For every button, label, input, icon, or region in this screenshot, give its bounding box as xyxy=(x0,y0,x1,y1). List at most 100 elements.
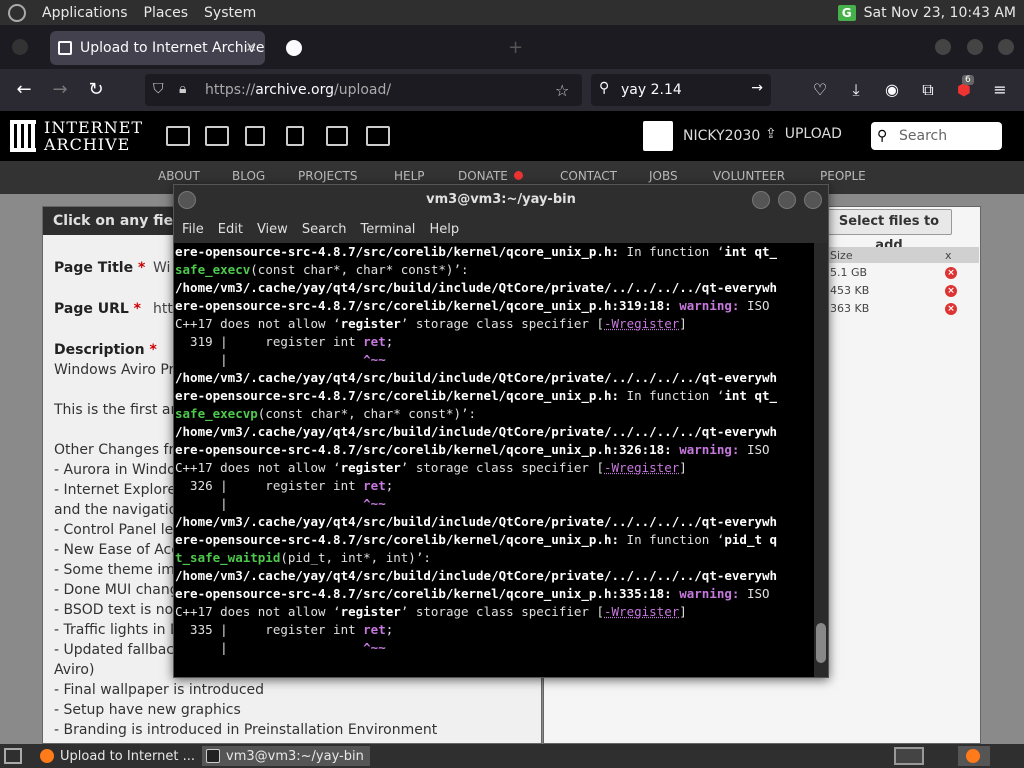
web-icon[interactable] xyxy=(166,126,190,146)
tab-github[interactable] xyxy=(278,31,508,65)
minimize-window-icon[interactable] xyxy=(935,39,951,55)
nav-blog[interactable]: BLOG xyxy=(232,169,265,183)
select-files-button[interactable]: Select files to add xyxy=(826,209,952,253)
ia-user[interactable]: NICKY2030 xyxy=(643,121,760,151)
close-window-icon[interactable] xyxy=(998,39,1014,55)
video-icon[interactable] xyxy=(245,126,265,146)
search-icon: ⚲ xyxy=(877,128,888,144)
minimize-icon[interactable] xyxy=(752,191,770,209)
images-icon[interactable] xyxy=(366,126,390,146)
back-icon[interactable]: ← xyxy=(12,78,36,102)
ia-search-input[interactable]: ⚲ Search xyxy=(871,122,1002,150)
terminal-titlebar[interactable]: vm3@vm3:~/yay-bin xyxy=(174,185,828,215)
pocket-icon[interactable]: ♡ xyxy=(810,80,830,100)
logo-line2: ARCHIVE xyxy=(44,135,131,154)
description-line: Other Changes fro xyxy=(54,442,183,458)
terminal-text: ere-opensource-src-4.8.7/src/corelib/ker… xyxy=(175,244,620,259)
search-bar[interactable]: ⚲ yay 2.14 → xyxy=(591,74,771,106)
maximize-icon[interactable] xyxy=(778,191,796,209)
remove-file-icon[interactable]: × xyxy=(945,303,957,315)
hamburger-menu-icon[interactable]: ≡ xyxy=(990,80,1010,100)
remove-file-icon[interactable]: × xyxy=(945,285,957,297)
new-tab-icon[interactable]: + xyxy=(508,37,523,58)
nav-help[interactable]: HELP xyxy=(394,169,425,183)
nav-volunteer[interactable]: VOLUNTEER xyxy=(713,169,785,183)
go-arrow-icon[interactable]: → xyxy=(751,80,763,96)
terminal-text: ISO xyxy=(739,298,770,313)
menu-file[interactable]: File xyxy=(182,222,204,237)
menu-applications[interactable]: Applications xyxy=(34,5,136,21)
menu-places[interactable]: Places xyxy=(136,5,197,21)
firefox-icon xyxy=(40,749,54,763)
nav-contact[interactable]: CONTACT xyxy=(560,169,617,183)
menu-search[interactable]: Search xyxy=(302,222,347,237)
shield-icon[interactable]: ⛉ xyxy=(153,81,164,97)
nav-donate[interactable]: DONATE xyxy=(458,169,508,183)
terminal-text: ’ storage class specifier [ xyxy=(400,460,604,475)
terminal-output[interactable]: ere-opensource-src-4.8.7/src/corelib/ker… xyxy=(174,243,815,677)
avatar[interactable] xyxy=(643,121,673,151)
terminal-text: -Wregister xyxy=(604,604,680,619)
page-url-value[interactable]: htt xyxy=(153,301,173,317)
tray-firefox[interactable] xyxy=(958,746,990,766)
terminal-text: warning: xyxy=(679,586,740,601)
top-panel: Applications Places System G Sat Nov 23,… xyxy=(0,0,1024,25)
window-menu-icon[interactable] xyxy=(178,191,196,209)
forward-icon[interactable]: → xyxy=(48,78,72,102)
scrollbar-thumb[interactable] xyxy=(816,623,826,663)
maximize-window-icon[interactable] xyxy=(967,39,983,55)
description-line: - Done MUI change xyxy=(54,582,188,598)
tray-g-icon[interactable]: G xyxy=(837,4,856,21)
distro-logo-icon[interactable] xyxy=(8,3,26,22)
task-terminal[interactable]: vm3@vm3:~/yay-bin xyxy=(202,746,370,766)
terminal-window[interactable]: vm3@vm3:~/yay-bin File Edit View Search … xyxy=(173,184,829,678)
bookmark-star-icon[interactable]: ☆ xyxy=(555,81,569,100)
menu-help[interactable]: Help xyxy=(429,222,459,237)
terminal-text: ; xyxy=(385,334,394,349)
texts-icon[interactable] xyxy=(205,126,229,146)
page-title-value[interactable]: Wi xyxy=(153,260,170,276)
nav-jobs[interactable]: JOBS xyxy=(649,169,678,183)
menu-edit[interactable]: Edit xyxy=(218,222,243,237)
close-icon[interactable] xyxy=(804,191,822,209)
terminal-text: ISO xyxy=(739,586,770,601)
nav-about[interactable]: ABOUT xyxy=(158,169,200,183)
remove-file-icon[interactable]: × xyxy=(945,267,957,279)
nav-projects[interactable]: PROJECTS xyxy=(298,169,357,183)
menu-terminal[interactable]: Terminal xyxy=(360,222,415,237)
extensions-icon[interactable]: ⧉ xyxy=(918,80,938,100)
reload-icon[interactable]: ↻ xyxy=(84,78,108,102)
terminal-text: 319 | register int xyxy=(175,334,364,349)
terminal-text: ere-opensource-src-4.8.7/src/corelib/ker… xyxy=(175,442,672,457)
task-firefox[interactable]: Upload to Internet ... xyxy=(36,746,196,766)
terminal-scrollbar[interactable] xyxy=(814,243,828,677)
terminal-line: | ^~~ xyxy=(175,351,815,369)
search-value: yay 2.14 xyxy=(621,82,682,98)
terminal-icon xyxy=(206,749,220,763)
archive-building-icon xyxy=(10,120,36,152)
upload-label: UPLOAD xyxy=(784,126,842,142)
tab-list-icon[interactable] xyxy=(12,39,28,55)
downloads-icon[interactable]: ⤓ xyxy=(846,80,866,100)
menu-view[interactable]: View xyxy=(257,222,288,237)
nav-people[interactable]: PEOPLE xyxy=(820,169,866,183)
menu-system[interactable]: System xyxy=(196,5,264,21)
terminal-line: ere-opensource-src-4.8.7/src/corelib/ker… xyxy=(175,441,815,459)
workspace-switcher[interactable] xyxy=(894,747,924,765)
software-icon[interactable] xyxy=(326,126,348,146)
ia-logo[interactable]: INTERNET ARCHIVE xyxy=(10,119,143,153)
username[interactable]: NICKY2030 xyxy=(683,128,760,144)
close-tab-icon[interactable]: ✕ xyxy=(245,40,257,56)
lock-icon[interactable]: 🔒︎ xyxy=(179,81,186,97)
terminal-line: 326 | register int ret; xyxy=(175,477,815,495)
audio-icon[interactable] xyxy=(286,126,304,146)
file-row: 453 KB × xyxy=(824,281,979,299)
url-bar[interactable]: ⛉ 🔒︎ https://archive.org/upload/ ☆ xyxy=(145,74,582,106)
tab-upload-internet-archive[interactable]: Upload to Internet Archive ✕ xyxy=(50,31,265,65)
terminal-text: -Wregister xyxy=(604,460,680,475)
upload-button[interactable]: ⇪ UPLOAD xyxy=(765,126,842,142)
search-icon: ⚲ xyxy=(599,80,610,96)
clock[interactable]: Sat Nov 23, 10:43 AM xyxy=(864,5,1016,21)
account-icon[interactable]: ◉ xyxy=(882,80,902,100)
show-desktop-icon[interactable] xyxy=(4,748,22,764)
